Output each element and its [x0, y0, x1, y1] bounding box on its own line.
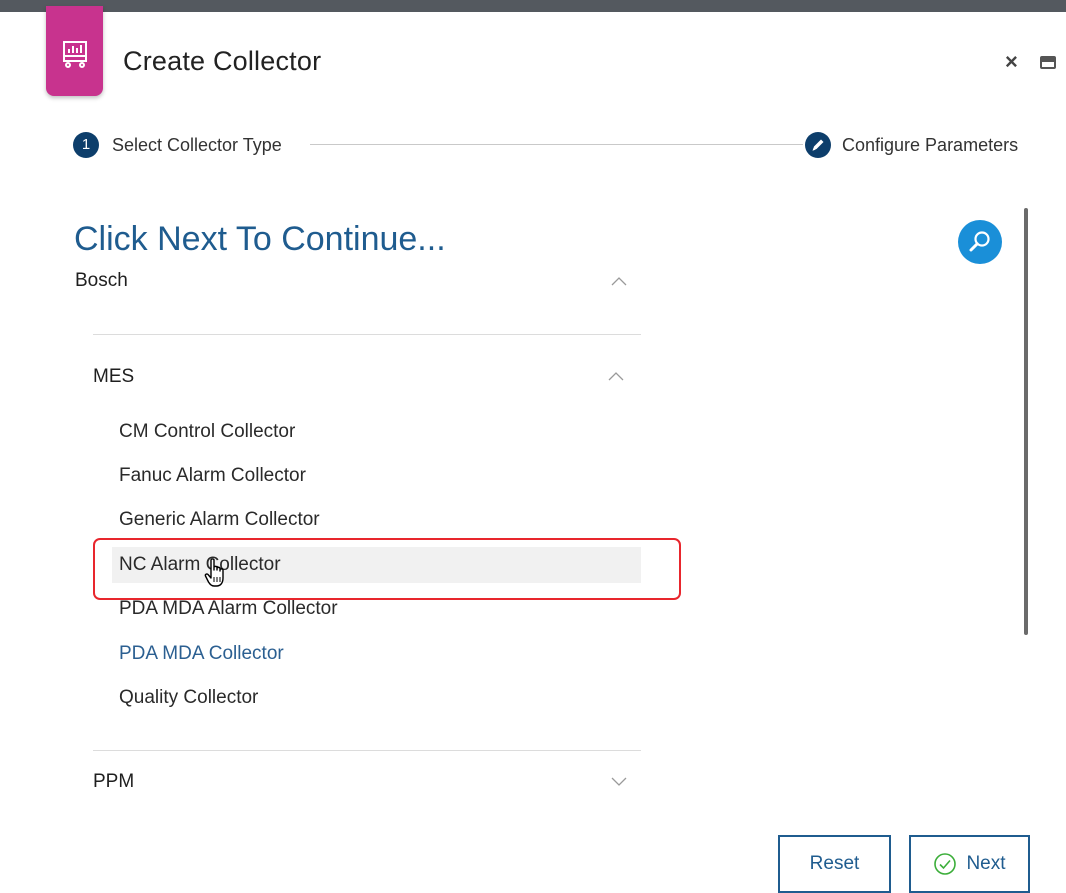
collector-item-quality[interactable]: Quality Collector [112, 680, 641, 716]
next-button[interactable]: Next [909, 835, 1030, 893]
search-icon [969, 231, 990, 252]
selection-highlight [93, 538, 681, 600]
close-icon[interactable]: × [1005, 51, 1018, 73]
collector-item-pda-mda[interactable]: PDA MDA Collector [112, 636, 641, 672]
hand-cursor-icon [204, 558, 224, 587]
check-circle-icon [934, 853, 957, 875]
maximize-icon[interactable] [1040, 56, 1056, 69]
chevron-down-icon[interactable] [610, 775, 628, 787]
reset-button-label: Reset [809, 853, 860, 874]
divider [93, 750, 641, 751]
step-1-badge: 1 [73, 132, 99, 158]
dialog-title: Create Collector [123, 46, 322, 76]
next-button-label: Next [966, 853, 1006, 874]
divider [93, 334, 641, 335]
chevron-up-icon[interactable] [610, 275, 628, 287]
collector-item-generic-alarm[interactable]: Generic Alarm Collector [112, 502, 641, 538]
reset-button[interactable]: Reset [778, 835, 891, 893]
tree-group-bosch[interactable]: Bosch [75, 270, 128, 292]
step-connector [310, 144, 803, 145]
search-button[interactable] [958, 220, 1002, 264]
collector-cart-icon [62, 41, 87, 68]
chevron-up-icon[interactable] [607, 370, 625, 382]
window-top-bar [0, 0, 1066, 12]
page-heading: Click Next To Continue... [74, 220, 446, 258]
step-1-label: Select Collector Type [112, 135, 282, 155]
collector-item-fanuc-alarm[interactable]: Fanuc Alarm Collector [112, 458, 641, 494]
scrollbar[interactable] [1024, 208, 1028, 635]
step-2-label: Configure Parameters [842, 135, 1019, 155]
pencil-icon [805, 132, 831, 158]
tree-group-mes[interactable]: MES [93, 366, 134, 388]
stepper: 1 Select Collector Type Configure Parame… [72, 131, 1032, 159]
collector-item-cm-control[interactable]: CM Control Collector [112, 414, 641, 450]
app-icon-tile [46, 6, 103, 96]
tree-group-ppm[interactable]: PPM [93, 771, 134, 793]
